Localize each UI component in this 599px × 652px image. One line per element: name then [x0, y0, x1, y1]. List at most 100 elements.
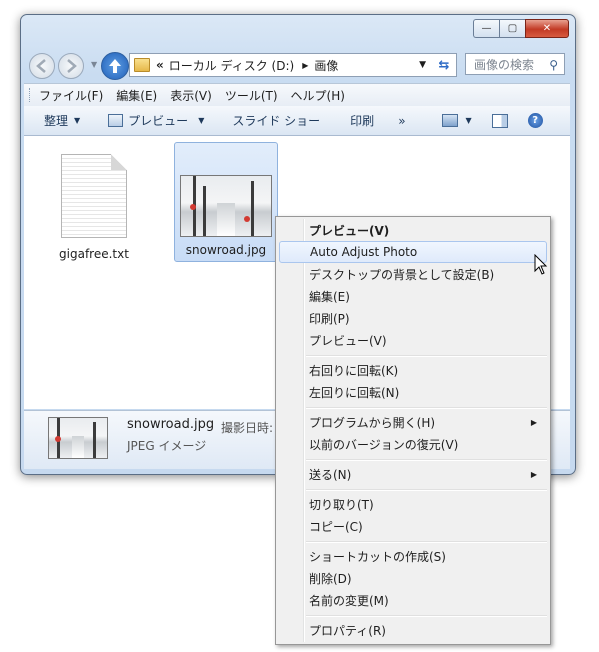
thumbnail-sign — [55, 436, 61, 442]
overflow-label: » — [398, 113, 406, 128]
menu-item-label: 送る(N) — [309, 467, 352, 482]
menu-item-print[interactable]: 印刷(P) — [279, 307, 547, 329]
menubar-grip — [29, 88, 33, 102]
menu-item-label: 左回りに回転(N) — [309, 385, 400, 400]
menu-item-auto-adjust-photo[interactable]: Auto Adjust Photo — [279, 241, 547, 263]
thumbnail-road — [217, 203, 235, 236]
search-placeholder: 画像の検索 — [474, 57, 535, 72]
print-label: 印刷 — [350, 114, 375, 128]
organize-button[interactable]: 整理 ▼ — [44, 112, 80, 129]
refresh-icon: ⇆ — [438, 57, 450, 73]
minimize-button[interactable]: — — [473, 19, 499, 38]
chevron-down-icon: ▼ — [74, 116, 81, 125]
submenu-arrow-icon: ▶ — [530, 469, 537, 479]
up-arrow-icon — [109, 59, 121, 73]
breadcrumb-drive[interactable]: ローカル ディスク (D:) — [169, 57, 294, 74]
thumbnail-tree — [251, 181, 254, 236]
details-file-type: JPEG イメージ — [127, 439, 207, 453]
thumbnail-sign — [244, 216, 250, 222]
menu-item-send-to[interactable]: 送る(N) ▶ — [279, 463, 547, 485]
menu-item-label: 以前のバージョンの復元(V) — [309, 437, 459, 452]
menu-item-label: プログラムから開く(H) — [309, 415, 436, 430]
menu-tools[interactable]: ツール(T) — [225, 87, 278, 104]
menu-item-label: デスクトップの背景として設定(B) — [309, 267, 495, 282]
menu-item-create-shortcut[interactable]: ショートカットの作成(S) — [279, 545, 547, 567]
preview-icon — [108, 114, 124, 127]
address-overflow[interactable]: « — [156, 58, 164, 72]
menu-separator — [306, 489, 547, 491]
preview-button[interactable]: プレビュー ▼ — [108, 112, 204, 129]
menu-view[interactable]: 表示(V) — [170, 87, 212, 104]
submenu-arrow-icon: ▶ — [530, 417, 537, 427]
address-bar[interactable]: « ローカル ディスク (D:) ▶ 画像 ▼ — [129, 53, 433, 77]
thumbnail-sign — [190, 204, 196, 210]
menu-item-label: コピー(C) — [309, 519, 363, 534]
back-button[interactable] — [29, 53, 55, 79]
context-menu: プレビュー(V) Auto Adjust Photo デスクトップの背景として設… — [275, 216, 551, 645]
close-button[interactable]: ✕ — [525, 19, 569, 38]
up-button[interactable] — [101, 52, 129, 80]
views-icon — [441, 114, 458, 127]
menu-item-preview[interactable]: プレビュー(V) — [279, 329, 547, 351]
help-icon[interactable]: ? — [527, 113, 543, 128]
menu-item-preview-default[interactable]: プレビュー(V) — [279, 219, 547, 241]
menu-item-copy[interactable]: コピー(C) — [279, 515, 547, 537]
menu-item-label: Auto Adjust Photo — [310, 245, 418, 259]
chevron-down-icon: ▼ — [198, 116, 205, 125]
maximize-button[interactable]: ▢ — [499, 19, 525, 38]
menu-item-label: 右回りに回転(K) — [309, 363, 399, 378]
menu-item-label: ショートカットの作成(S) — [309, 549, 446, 564]
recent-pages-dropdown[interactable]: ▼ — [91, 60, 97, 69]
file-name: gigafree.txt — [59, 247, 129, 261]
search-input[interactable]: 画像の検索 ⚲ — [465, 53, 565, 75]
close-icon: ✕ — [542, 23, 552, 34]
toolbar-overflow-button[interactable]: » — [398, 114, 405, 128]
menu-item-properties[interactable]: プロパティ(R) — [279, 619, 547, 641]
menu-item-delete[interactable]: 削除(D) — [279, 567, 547, 589]
caption-buttons: — ▢ ✕ — [473, 19, 569, 38]
file-item-snowroad[interactable]: snowroad.jpg — [174, 142, 278, 262]
print-button[interactable]: 印刷 — [350, 112, 374, 129]
file-name: snowroad.jpg — [185, 243, 267, 257]
menu-item-rotate-clockwise[interactable]: 右回りに回転(K) — [279, 359, 547, 381]
minimize-icon: — — [481, 23, 492, 34]
chevron-down-icon: ▼ — [465, 116, 472, 125]
change-view-button[interactable]: ▼ — [441, 114, 472, 127]
command-bar: 整理 ▼ プレビュー ▼ スライド ショー 印刷 » ▼ ? — [24, 106, 570, 136]
details-date-label: 撮影日時: — [221, 421, 274, 435]
slideshow-button[interactable]: スライド ショー — [232, 112, 320, 129]
menu-item-edit[interactable]: 編集(E) — [279, 285, 547, 307]
menu-edit[interactable]: 編集(E) — [116, 87, 157, 104]
menu-item-label: 名前の変更(M) — [309, 593, 389, 608]
mouse-pointer-icon — [534, 254, 548, 275]
forward-button[interactable] — [58, 53, 84, 79]
menu-item-rename[interactable]: 名前の変更(M) — [279, 589, 547, 611]
file-item-gigafree[interactable]: gigafree.txt — [44, 154, 144, 261]
text-document-icon — [61, 154, 127, 238]
menu-help[interactable]: ヘルプ(H) — [291, 87, 345, 104]
breadcrumb-separator-icon[interactable]: ▶ — [302, 61, 308, 70]
address-dropdown-icon[interactable]: ▼ — [419, 60, 426, 70]
back-arrow-icon — [36, 59, 46, 73]
menu-item-rotate-counterclockwise[interactable]: 左回りに回転(N) — [279, 381, 547, 403]
preview-label: プレビュー — [128, 114, 189, 128]
menu-item-cut[interactable]: 切り取り(T) — [279, 493, 547, 515]
menu-file[interactable]: ファイル(F) — [39, 87, 103, 104]
menu-item-restore-previous-versions[interactable]: 以前のバージョンの復元(V) — [279, 433, 547, 455]
refresh-button[interactable]: ⇆ — [432, 53, 457, 77]
thumbnail-tree — [203, 186, 206, 236]
details-filename: snowroad.jpg — [127, 417, 215, 432]
menu-item-label: 削除(D) — [309, 571, 352, 586]
slideshow-label: スライド ショー — [232, 114, 321, 128]
thumbnail-road — [72, 436, 84, 458]
preview-pane-toggle-icon[interactable] — [491, 113, 508, 128]
menu-item-label: プロパティ(R) — [309, 623, 386, 638]
menu-separator — [306, 459, 547, 461]
breadcrumb-folder[interactable]: 画像 — [314, 57, 338, 74]
menu-separator — [306, 541, 547, 543]
search-icon[interactable]: ⚲ — [549, 58, 558, 72]
menu-item-set-desktop-background[interactable]: デスクトップの背景として設定(B) — [279, 263, 547, 285]
maximize-icon: ▢ — [507, 23, 518, 34]
menu-item-open-with[interactable]: プログラムから開く(H) ▶ — [279, 411, 547, 433]
menu-separator — [306, 355, 547, 357]
